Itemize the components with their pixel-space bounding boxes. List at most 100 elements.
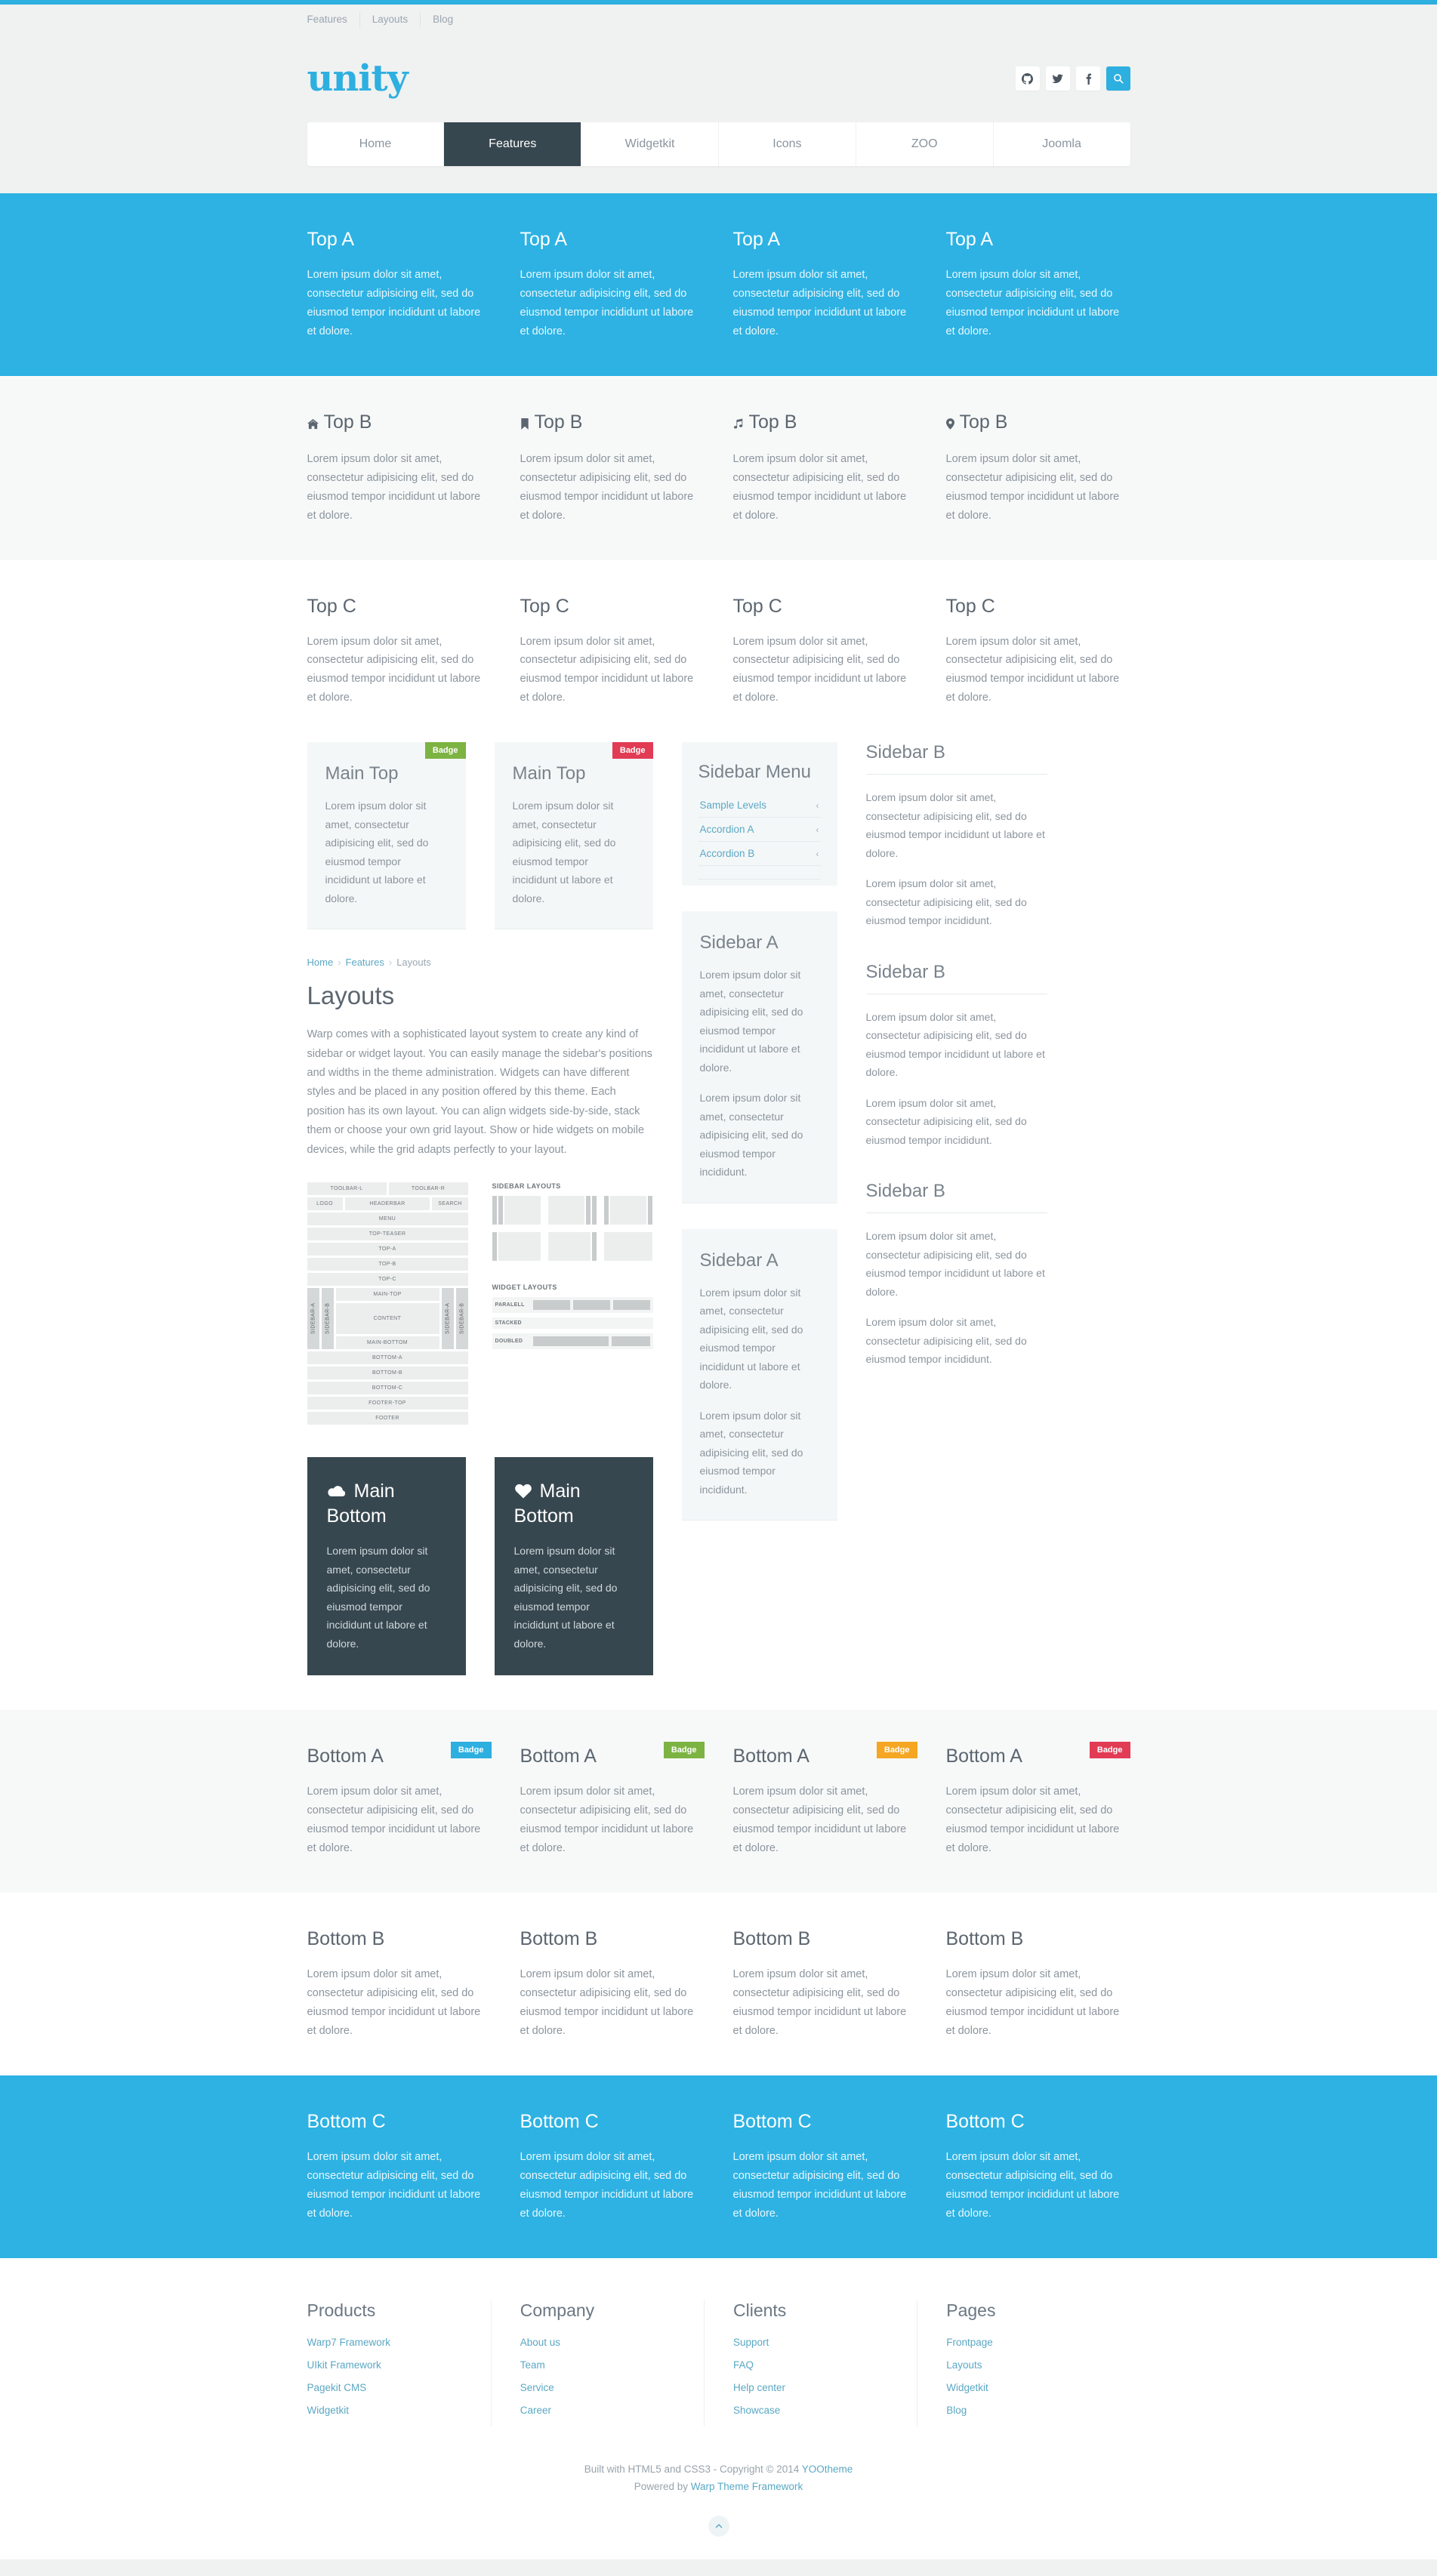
music-icon: [733, 412, 744, 435]
status-badge: Badge: [876, 1742, 917, 1759]
status-badge: Badge: [663, 1742, 705, 1759]
column-body: Lorem ipsum dolor sit amet, consectetur …: [945, 635, 1120, 704]
main-navigation: Home Features Widgetkit Icons ZOO Joomla: [307, 122, 1130, 166]
footer-list-item: Team: [520, 2359, 704, 2371]
layout-segment: [504, 1195, 541, 1225]
column: Top B Lorem ipsum dolor sit amet, consect…: [733, 411, 917, 525]
column-body: Lorem ipsum dolor sit amet, consectetur …: [732, 269, 907, 337]
footer-link[interactable]: Pagekit CMS: [307, 2382, 367, 2393]
sidebar-b-widget: Sidebar B Lorem ipsum dolor sit amet, con…: [865, 742, 1047, 930]
nav-item-joomla[interactable]: Joomla: [994, 122, 1130, 166]
layout-segment: [610, 1195, 647, 1225]
column-body: Lorem ipsum dolor sit amet, consectetur …: [945, 1786, 1120, 1855]
breadcrumb-link-home[interactable]: Home: [307, 957, 334, 968]
footer-link[interactable]: Widgetkit: [946, 2382, 988, 2393]
sidebar-layout-thumb[interactable]: [492, 1231, 541, 1261]
nav-item-home[interactable]: Home: [307, 122, 445, 166]
diagram-box: TOOLBAR-L: [307, 1182, 387, 1195]
search-button[interactable]: [1106, 66, 1130, 91]
twitter-icon[interactable]: [1045, 66, 1070, 91]
sidebar-menu-widget: Sidebar Menu Sample Levels ‹ Accordion A ‹ A…: [681, 742, 837, 886]
column-body: Lorem ipsum dolor sit amet, consectetur …: [520, 1786, 694, 1855]
card-title: Main Bottom: [326, 1480, 395, 1527]
column-body: Lorem ipsum dolor sit amet, consectetur …: [520, 269, 694, 337]
nav-item-widgetkit[interactable]: Widgetkit: [581, 122, 719, 166]
widget-divider: [865, 774, 1047, 775]
sidebar-layout-thumb[interactable]: [547, 1195, 597, 1225]
widget-layout-row[interactable]: DOUBLED: [492, 1333, 653, 1349]
footer-link[interactable]: Widgetkit: [307, 2405, 350, 2416]
column-body: Lorem ipsum dolor sit amet, consectetur …: [732, 2150, 907, 2220]
toolbar-link-layouts[interactable]: Layouts: [360, 12, 421, 27]
nav-item-features[interactable]: Features: [444, 122, 582, 166]
bookmark-icon: [520, 412, 529, 435]
breadcrumb-link-features[interactable]: Features: [346, 957, 384, 968]
footer-link[interactable]: Help center: [733, 2382, 785, 2393]
sidebar-menu-item[interactable]: Accordion A ‹: [698, 818, 821, 843]
footer-link[interactable]: Career: [520, 2405, 551, 2416]
toolbar-link-features[interactable]: Features: [307, 12, 360, 27]
sidebar-menu-list: Sample Levels ‹ Accordion A ‹ Accordion B ‹: [698, 793, 821, 867]
heart-icon: [514, 1481, 532, 1505]
footer-list-item: Widgetkit: [307, 2404, 491, 2417]
footer-list-item: Frontpage: [946, 2336, 1130, 2349]
warp-framework-link[interactable]: Warp Theme Framework: [691, 2481, 803, 2492]
footer-list-item: Blog: [946, 2404, 1130, 2417]
status-badge: Badge: [1089, 1742, 1130, 1759]
sidebar-menu-item[interactable]: Sample Levels ‹: [698, 793, 821, 818]
widget-layout-label: PARALELL: [495, 1302, 525, 1308]
sidebar-a-column: Sidebar Menu Sample Levels ‹ Accordion A ‹ A…: [681, 742, 837, 1546]
layout-segment: [492, 1195, 497, 1225]
column-title: Bottom B: [732, 1928, 811, 1950]
column: Top B Lorem ipsum dolor sit amet, consect…: [945, 411, 1130, 525]
layout-segment: [592, 1231, 597, 1261]
footer-link[interactable]: FAQ: [733, 2359, 754, 2371]
footer-link[interactable]: About us: [520, 2337, 560, 2348]
footer-link[interactable]: Showcase: [733, 2405, 780, 2416]
widget-layout-row[interactable]: PARALELL: [492, 1296, 653, 1313]
column-body: Lorem ipsum dolor sit amet, consectetur …: [520, 635, 694, 704]
main-bottom-card: Main Bottom Lorem ipsum dolor sit amet, c…: [494, 1456, 653, 1676]
toolbar: Features Layouts Blog: [0, 5, 1437, 27]
layout-segment: [547, 1195, 585, 1225]
sidebar-layout-thumb[interactable]: [492, 1195, 541, 1225]
footer-link[interactable]: Frontpage: [946, 2337, 993, 2348]
toolbar-link-blog[interactable]: Blog: [421, 12, 465, 27]
facebook-icon[interactable]: [1075, 66, 1100, 91]
yootheme-link[interactable]: YOOtheme: [802, 2464, 853, 2475]
sidebar-menu-item[interactable]: Accordion B ‹: [698, 842, 821, 867]
footer-link[interactable]: Service: [520, 2382, 554, 2393]
sidebar-menu-title: Sidebar Menu: [698, 762, 811, 783]
footer-link[interactable]: Blog: [946, 2405, 967, 2416]
column-title: Top B: [733, 411, 917, 435]
sidebar-layout-thumb[interactable]: [604, 1195, 653, 1225]
site-logo[interactable]: unity: [307, 60, 409, 97]
column-title: Top B: [520, 411, 705, 435]
footer-link[interactable]: Warp7 Framework: [307, 2337, 391, 2348]
footer-link[interactable]: Support: [733, 2337, 769, 2348]
footer-link[interactable]: Team: [520, 2359, 545, 2371]
column: Bottom B Lorem ipsum dolor sit amet, cons…: [307, 1927, 492, 2041]
breadcrumb-current: Layouts: [396, 957, 431, 969]
nav-item-zoo[interactable]: ZOO: [856, 122, 994, 166]
layout-segment: [648, 1195, 653, 1225]
footer-list-item: Career: [520, 2404, 704, 2417]
nav-item-icons[interactable]: Icons: [719, 122, 856, 166]
footer-link[interactable]: Layouts: [946, 2359, 982, 2371]
widget-layout-row[interactable]: STACKED: [492, 1317, 653, 1329]
diagram-side: SIDEBAR-A: [441, 1287, 454, 1349]
github-icon[interactable]: [1015, 66, 1040, 91]
card-body: Lorem ipsum dolor sit amet, consectetur …: [512, 800, 616, 904]
diagram-box: MAIN-TOP: [335, 1287, 439, 1301]
main-top-row: Badge Main Top Lorem ipsum dolor sit amet,…: [307, 742, 653, 930]
toolbar-links: Features Layouts Blog: [307, 12, 1130, 27]
sidebar-layout-thumb[interactable]: [604, 1231, 653, 1261]
scroll-to-top-button[interactable]: [708, 2515, 729, 2537]
top-a-columns: Top A Lorem ipsum dolor sit amet, consect…: [307, 228, 1130, 341]
widget-layout-thumbs: PARALELL STACKED DOUBLED: [492, 1296, 653, 1349]
sidebar-layout-thumb[interactable]: [547, 1231, 597, 1261]
card-body: Lorem ipsum dolor sit amet, consectetur …: [325, 800, 429, 904]
widget-title: Sidebar A: [699, 1249, 779, 1271]
footer-link[interactable]: UIkit Framework: [307, 2359, 381, 2371]
footer-column-title: Clients: [733, 2300, 787, 2320]
